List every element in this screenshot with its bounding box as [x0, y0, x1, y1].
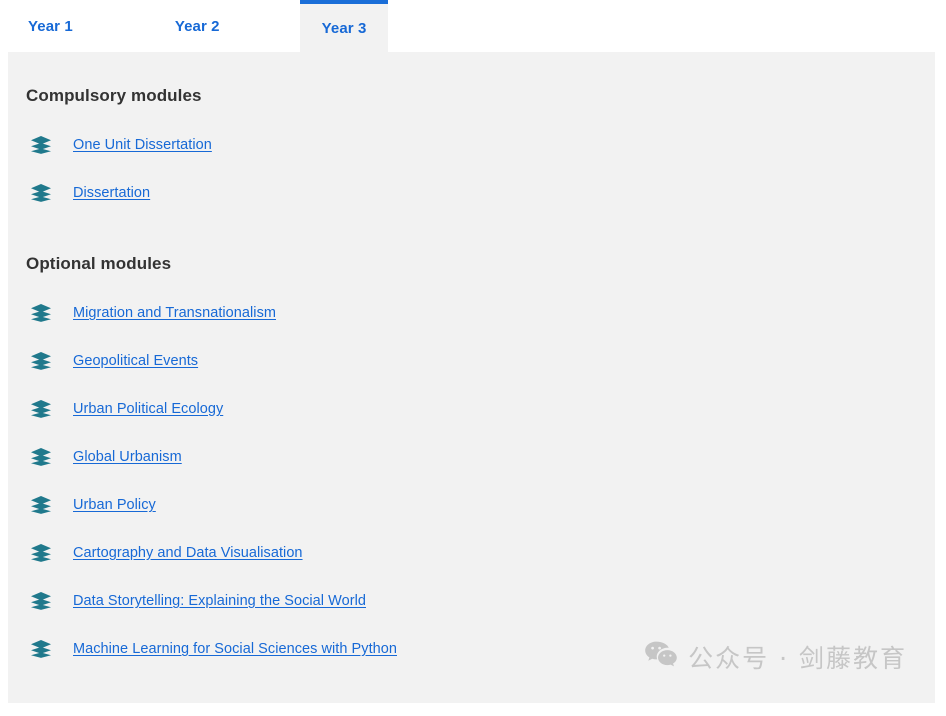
tab-year-1[interactable]: Year 1	[0, 0, 95, 52]
list-item[interactable]: Urban Political Ecology	[8, 394, 935, 424]
module-link[interactable]: Cartography and Data Visualisation	[73, 545, 303, 561]
list-item[interactable]: Cartography and Data Visualisation	[8, 538, 935, 568]
module-link[interactable]: Migration and Transnationalism	[73, 305, 276, 321]
year-tabs: Year 1 Year 2 Year 3	[0, 0, 946, 52]
list-item[interactable]: One Unit Dissertation	[8, 130, 935, 160]
tab-year-3[interactable]: Year 3	[299, 0, 389, 52]
layers-icon	[26, 447, 56, 467]
list-item[interactable]: Urban Policy	[8, 490, 935, 520]
compulsory-modules-heading: Compulsory modules	[26, 86, 202, 105]
list-item[interactable]: Migration and Transnationalism	[8, 298, 935, 328]
layers-icon	[26, 303, 56, 323]
layers-icon	[26, 135, 56, 155]
tab-year-2-label: Year 2	[174, 17, 220, 35]
tab-year-1-label: Year 1	[28, 17, 73, 35]
optional-modules-list: Migration and Transnationalism Geopoliti…	[8, 298, 935, 664]
module-link[interactable]: Data Storytelling: Explaining the Social…	[73, 593, 366, 609]
module-link[interactable]: Geopolitical Events	[73, 353, 198, 369]
layers-icon	[26, 591, 56, 611]
layers-icon	[26, 543, 56, 563]
layers-icon	[26, 639, 56, 659]
layers-icon	[26, 399, 56, 419]
module-link[interactable]: Global Urbanism	[73, 449, 182, 465]
module-link[interactable]: Urban Policy	[73, 497, 156, 513]
module-link[interactable]: One Unit Dissertation	[73, 137, 212, 153]
list-item[interactable]: Data Storytelling: Explaining the Social…	[8, 586, 935, 616]
list-item[interactable]: Dissertation	[8, 178, 935, 208]
module-panel: Compulsory modules One Unit Dissertation	[8, 52, 935, 703]
layers-icon	[26, 351, 56, 371]
list-item[interactable]: Global Urbanism	[8, 442, 935, 472]
optional-modules-heading: Optional modules	[26, 254, 172, 273]
page-root: Year 1 Year 2 Year 3 Compulsory modules	[0, 0, 946, 716]
compulsory-modules-list: One Unit Dissertation Dissertation	[8, 130, 935, 208]
module-link[interactable]: Machine Learning for Social Sciences wit…	[73, 641, 397, 657]
tab-gap-2	[242, 0, 300, 52]
layers-icon	[26, 183, 56, 203]
list-item[interactable]: Geopolitical Events	[8, 346, 935, 376]
tab-year-3-label: Year 3	[321, 19, 367, 37]
module-link[interactable]: Dissertation	[73, 185, 150, 201]
list-item[interactable]: Machine Learning for Social Sciences wit…	[8, 634, 935, 664]
tab-gap-1	[95, 0, 153, 52]
tab-year-2[interactable]: Year 2	[153, 0, 242, 52]
module-link[interactable]: Urban Political Ecology	[73, 401, 223, 417]
layers-icon	[26, 495, 56, 515]
